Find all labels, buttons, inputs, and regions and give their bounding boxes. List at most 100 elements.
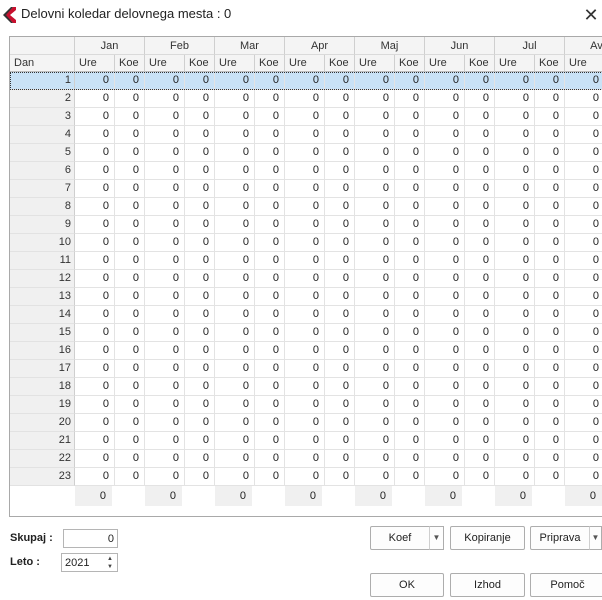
ure-cell[interactable]: 0 [285,162,325,180]
ure-cell[interactable]: 0 [285,288,325,306]
ure-cell[interactable]: 0 [215,72,255,90]
ure-cell[interactable]: 0 [495,360,535,378]
ure-column-header[interactable]: Ure [425,55,465,72]
ure-cell[interactable]: 0 [425,450,465,468]
ure-cell[interactable]: 0 [495,324,535,342]
ure-cell[interactable]: 0 [75,450,115,468]
ure-cell[interactable]: 0 [565,270,602,288]
koe-cell[interactable]: 0 [185,90,215,108]
koe-cell[interactable]: 0 [185,360,215,378]
ure-cell[interactable]: 0 [355,90,395,108]
koe-cell[interactable]: 0 [325,414,355,432]
ure-cell[interactable]: 0 [145,162,185,180]
ure-cell[interactable]: 0 [495,162,535,180]
ure-cell[interactable]: 0 [565,198,602,216]
ure-cell[interactable]: 0 [425,288,465,306]
ure-cell[interactable]: 0 [355,360,395,378]
ure-cell[interactable]: 0 [425,90,465,108]
ure-cell[interactable]: 0 [565,324,602,342]
koe-cell[interactable]: 0 [325,324,355,342]
koe-cell[interactable]: 0 [465,270,495,288]
ure-cell[interactable]: 0 [75,378,115,396]
ure-cell[interactable]: 0 [75,144,115,162]
ure-cell[interactable]: 0 [355,270,395,288]
ure-cell[interactable]: 0 [495,126,535,144]
month-header[interactable]: Maj [355,37,425,55]
priprava-button[interactable]: Priprava [530,526,590,550]
ure-cell[interactable]: 0 [495,90,535,108]
ure-cell[interactable]: 0 [495,432,535,450]
koe-cell[interactable]: 0 [325,108,355,126]
koe-cell[interactable]: 0 [185,126,215,144]
koe-cell[interactable]: 0 [115,216,145,234]
koe-cell[interactable]: 0 [535,198,565,216]
koe-cell[interactable]: 0 [535,306,565,324]
ure-cell[interactable]: 0 [215,90,255,108]
koe-cell[interactable]: 0 [325,360,355,378]
koe-cell[interactable]: 0 [255,108,285,126]
ure-cell[interactable]: 0 [285,378,325,396]
ure-cell[interactable]: 0 [215,450,255,468]
ure-cell[interactable]: 0 [355,378,395,396]
koe-cell[interactable]: 0 [115,162,145,180]
ure-cell[interactable]: 0 [285,198,325,216]
ure-cell[interactable]: 0 [215,180,255,198]
ure-cell[interactable]: 0 [355,396,395,414]
koe-cell[interactable]: 0 [535,432,565,450]
koe-cell[interactable]: 0 [535,180,565,198]
koe-cell[interactable]: 0 [185,270,215,288]
ure-cell[interactable]: 0 [355,306,395,324]
koe-cell[interactable]: 0 [465,216,495,234]
ure-cell[interactable]: 0 [285,468,325,486]
ure-cell[interactable]: 0 [145,252,185,270]
ure-cell[interactable]: 0 [425,306,465,324]
ure-cell[interactable]: 0 [425,396,465,414]
ure-cell[interactable]: 0 [285,252,325,270]
month-header[interactable]: Mar [215,37,285,55]
koe-cell[interactable]: 0 [185,378,215,396]
koe-cell[interactable]: 0 [115,396,145,414]
ure-cell[interactable]: 0 [425,414,465,432]
koe-cell[interactable]: 0 [465,360,495,378]
ure-cell[interactable]: 0 [145,90,185,108]
ure-cell[interactable]: 0 [75,234,115,252]
koe-cell[interactable]: 0 [395,198,425,216]
koe-cell[interactable]: 0 [185,234,215,252]
ure-cell[interactable]: 0 [215,288,255,306]
koe-cell[interactable]: 0 [255,288,285,306]
koe-cell[interactable]: 0 [395,270,425,288]
ure-cell[interactable]: 0 [285,432,325,450]
koe-cell[interactable]: 0 [465,252,495,270]
koe-cell[interactable]: 0 [465,198,495,216]
ok-button[interactable]: OK [370,573,444,597]
ure-cell[interactable]: 0 [75,396,115,414]
koe-cell[interactable]: 0 [325,72,355,90]
ure-cell[interactable]: 0 [215,126,255,144]
koe-cell[interactable]: 0 [395,72,425,90]
koe-cell[interactable]: 0 [325,468,355,486]
pomoc-button[interactable]: Pomoč [530,573,602,597]
koe-cell[interactable]: 0 [325,288,355,306]
koe-cell[interactable]: 0 [395,468,425,486]
ure-cell[interactable]: 0 [495,468,535,486]
ure-cell[interactable]: 0 [215,360,255,378]
ure-cell[interactable]: 0 [215,270,255,288]
ure-cell[interactable]: 0 [565,108,602,126]
ure-cell[interactable]: 0 [75,342,115,360]
koe-cell[interactable]: 0 [465,144,495,162]
koe-cell[interactable]: 0 [535,90,565,108]
ure-cell[interactable]: 0 [495,414,535,432]
ure-cell[interactable]: 0 [145,378,185,396]
ure-cell[interactable]: 0 [565,414,602,432]
ure-cell[interactable]: 0 [565,450,602,468]
koe-cell[interactable]: 0 [395,108,425,126]
ure-cell[interactable]: 0 [425,162,465,180]
koe-cell[interactable]: 0 [255,90,285,108]
ure-cell[interactable]: 0 [75,180,115,198]
ure-cell[interactable]: 0 [145,270,185,288]
ure-cell[interactable]: 0 [145,450,185,468]
ure-cell[interactable]: 0 [215,162,255,180]
ure-cell[interactable]: 0 [495,180,535,198]
ure-cell[interactable]: 0 [355,450,395,468]
ure-column-header[interactable]: Ure [215,55,255,72]
